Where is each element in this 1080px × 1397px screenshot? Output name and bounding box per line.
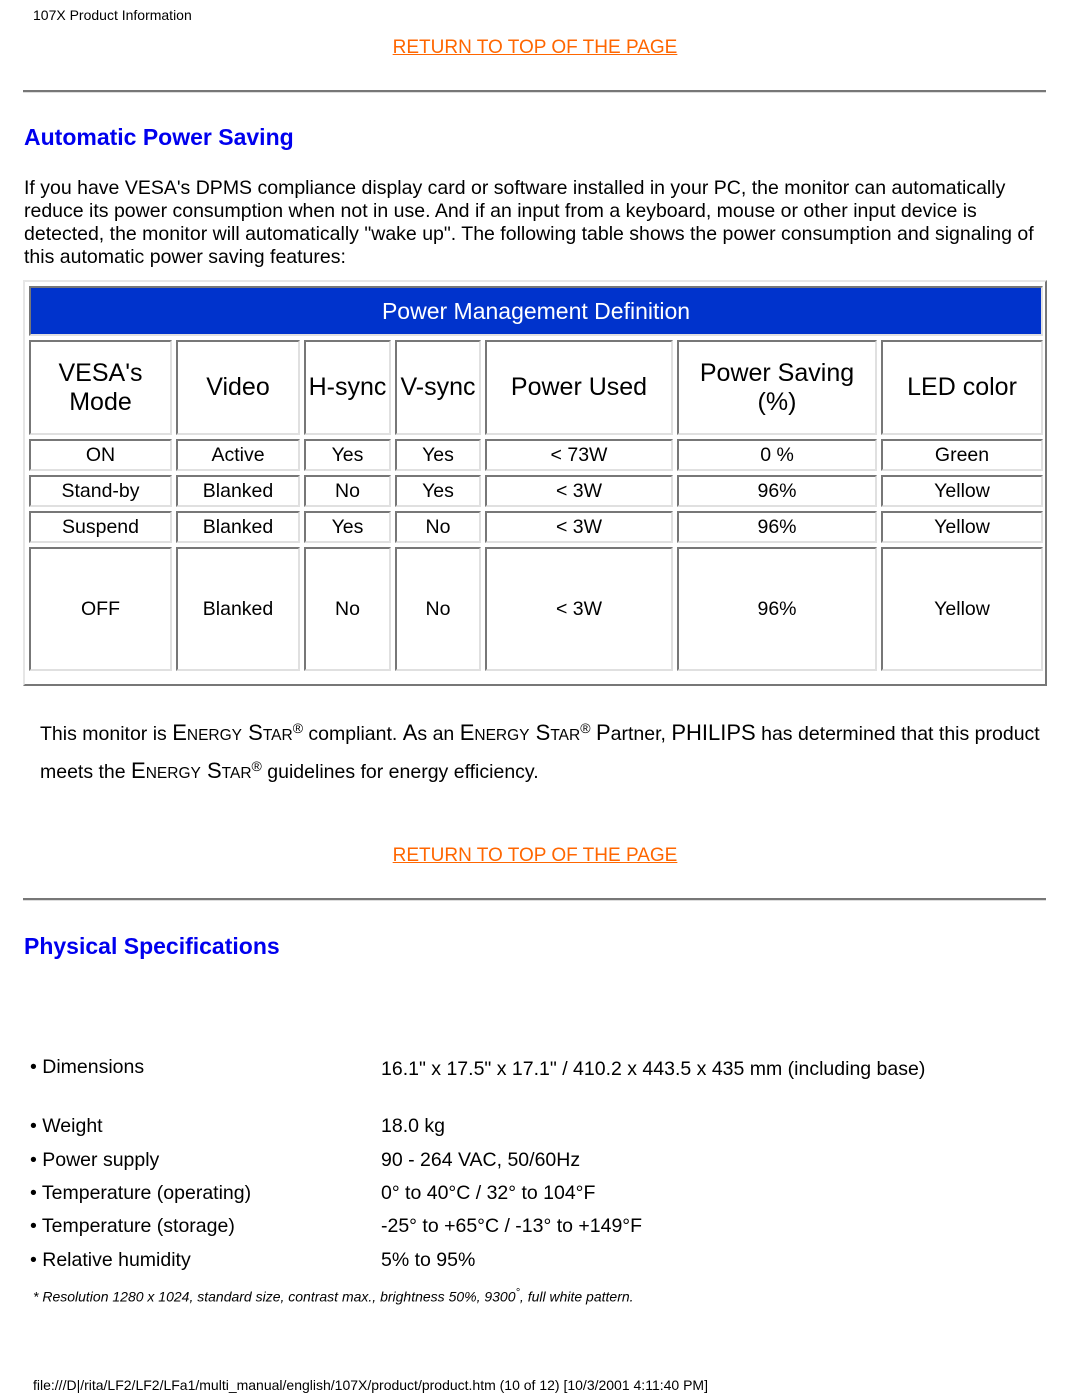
column-header-h-sync: H-sync [304,340,391,435]
cell-led-color: Green [881,439,1044,471]
spec-value: 18.0 kg [381,1115,445,1137]
cell-power-saving: 96% [677,511,877,543]
cell-video: Blanked [176,511,300,543]
philips-brand: PHILIPS [671,720,756,745]
cell-video: Blanked [176,475,300,507]
table-row: Suspend Blanked Yes No < 3W 96% Yellow [29,511,1044,543]
table-title: Power Management Definition [29,286,1044,336]
table-row: OFF Blanked No No < 3W 96% Yellow [29,547,1044,671]
cell-led-color: Yellow [881,511,1044,543]
spec-value: 90 - 264 VAC, 50/60Hz [381,1149,581,1171]
page-footer-url: file:///D|/rita/LF2/LF2/LFa1/multi_manua… [33,1377,708,1393]
cell-vesa-mode: Suspend [29,511,172,543]
column-header-v-sync: V-sync [395,340,481,435]
spec-value: 5% to 95% [381,1249,476,1271]
divider [23,90,1046,93]
intro-paragraph: If you have VESA's DPMS compliance displ… [24,177,1034,268]
bullet-icon: • [30,1056,37,1078]
table-row: Stand-by Blanked No Yes < 3W 96% Yellow [29,475,1044,507]
power-management-table: Power Management Definition VESA's Mode … [23,280,1047,686]
return-to-top-link[interactable]: RETURN TO TOP OF THE PAGE [0,37,1070,59]
cell-h-sync: Yes [304,439,391,471]
energy-star-statement: This monitor is ENERGY STAR® compliant. … [40,720,1040,783]
cell-v-sync: No [395,547,481,671]
cell-vesa-mode: OFF [29,547,172,671]
bullet-icon: • [30,1182,37,1204]
cell-v-sync: No [395,511,481,543]
cell-h-sync: No [304,475,391,507]
table-row: ON Active Yes Yes < 73W 0 % Green [29,439,1044,471]
divider [23,898,1046,901]
bullet-icon: • [30,1249,37,1271]
column-header-power-used: Power Used [485,340,673,435]
column-header-vesa-mode: VESA's Mode [29,340,172,435]
cell-video: Blanked [176,547,300,671]
section-title-physical-specifications: Physical Specifications [24,933,280,959]
cell-power-saving: 96% [677,547,877,671]
bullet-icon: • [30,1115,37,1137]
cell-h-sync: Yes [304,511,391,543]
cell-power-saving: 96% [677,475,877,507]
cell-power-used: < 73W [485,439,673,471]
energy-star-brand: ENERGY STAR [172,720,293,745]
spec-value: -25° to +65°C / -13° to +149°F [381,1215,643,1237]
spec-value: 16.1" x 17.5" x 17.1" / 410.2 x 443.5 x … [381,1058,926,1080]
bullet-icon: • [30,1215,37,1237]
cell-vesa-mode: Stand-by [29,475,172,507]
return-to-top-link[interactable]: RETURN TO TOP OF THE PAGE [0,845,1070,867]
cell-video: Active [176,439,300,471]
cell-h-sync: No [304,547,391,671]
cell-v-sync: Yes [395,475,481,507]
cell-power-used: < 3W [485,475,673,507]
column-header-power-saving: Power Saving (%) [677,340,877,435]
column-header-led-color: LED color [881,340,1044,435]
spec-value: 0° to 40°C / 32° to 104°F [381,1182,596,1204]
cell-v-sync: Yes [395,439,481,471]
cell-power-used: < 3W [485,547,673,671]
cell-vesa-mode: ON [29,439,172,471]
bullet-icon: • [30,1149,37,1171]
page-header: 107X Product Information [33,7,192,23]
footnote: * Resolution 1280 x 1024, standard size,… [33,1287,634,1305]
section-title-automatic-power-saving: Automatic Power Saving [24,124,294,150]
cell-led-color: Yellow [881,547,1044,671]
table-header-row: VESA's Mode Video H-sync V-sync Power Us… [29,340,1044,435]
column-header-video: Video [176,340,300,435]
cell-power-saving: 0 % [677,439,877,471]
cell-led-color: Yellow [881,475,1044,507]
cell-power-used: < 3W [485,511,673,543]
